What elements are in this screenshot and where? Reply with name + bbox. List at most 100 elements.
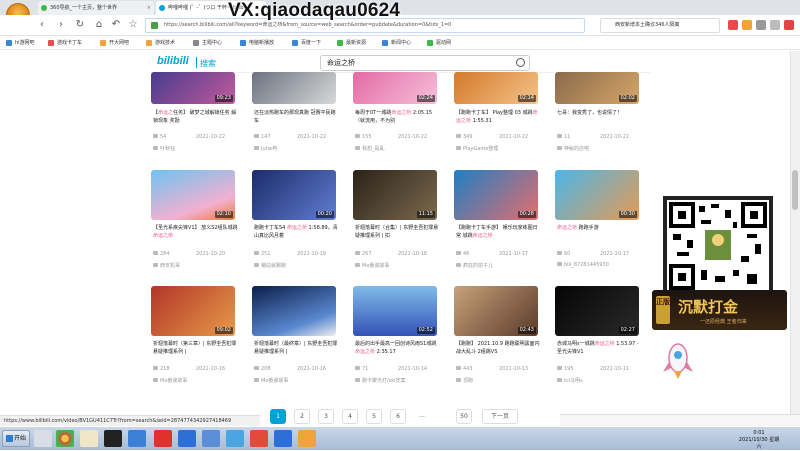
minimize-icon[interactable] — [770, 20, 780, 30]
uploader[interactable]: 疯狂的饺子儿 — [456, 262, 493, 269]
refresh-icon[interactable]: ↻ — [74, 19, 86, 31]
video-title[interactable]: 【跑跑卡丁车手游】 娱乐玩家练图日常 城跳命运之桥 — [456, 224, 542, 240]
video-thumbnail[interactable]: 02:14 — [454, 72, 538, 104]
video-title[interactable]: 命运之桥 跑跑手游 — [557, 224, 643, 240]
show-desktop-icon[interactable] — [34, 430, 52, 447]
uploader[interactable]: Jutie冉 — [254, 145, 277, 152]
video-title[interactable]: 【跑跑卡丁车】 Play整理 03 城跳命运之桥 1:55.31 — [456, 109, 542, 125]
netease-icon[interactable] — [154, 430, 172, 447]
uploader[interactable]: tcl马明s — [557, 377, 583, 384]
app-icon[interactable] — [226, 430, 244, 447]
app-icon[interactable] — [178, 430, 196, 447]
bilibili-logo[interactable]: bilibili — [157, 55, 189, 67]
clock[interactable]: 0:01 2021/10/30 星期六 — [738, 430, 780, 451]
video-thumbnail[interactable]: 09:23 — [151, 72, 235, 104]
bookmarks-bar: hi游网吧 游戏卡丁车 开大网吧 游戏技术 主题中心 电脑新播放 百度一下 最新… — [0, 36, 800, 50]
uploader[interactable]: 我想_是乱 — [355, 145, 385, 152]
video-title[interactable]: 七哥：我变秀了，也说情了！ — [557, 109, 643, 125]
qq-icon[interactable] — [80, 430, 98, 447]
close-icon[interactable]: × — [147, 1, 151, 15]
app-icon[interactable] — [250, 430, 268, 447]
uploader[interactable]: 跑卡聚光灯/ski定案 — [355, 377, 406, 384]
home-icon[interactable]: ⌂ — [93, 19, 105, 31]
search-input[interactable]: 命运之桥 — [320, 55, 530, 71]
uploader[interactable]: PlayGame整理 — [456, 145, 498, 152]
video-title[interactable]: 折翅落幕时（最终章）| 东野圭吾犯罪悬疑推理系列 | — [254, 340, 340, 356]
page-button[interactable]: 1 — [270, 409, 286, 424]
video-title[interactable]: 折翅落幕时（合集）| 东野圭吾犯罪悬疑推理系列 | 扣 — [355, 224, 441, 240]
tab-360[interactable]: 360导航_一个主页，整个世界 × — [38, 1, 154, 15]
user-icon — [153, 378, 158, 382]
menu-icon[interactable] — [756, 20, 766, 30]
page-button[interactable]: 5 — [366, 409, 382, 424]
video-thumbnail[interactable]: 09:02 — [151, 286, 235, 336]
forward-icon[interactable]: › — [55, 19, 67, 31]
download-icon[interactable] — [742, 20, 752, 30]
video-thumbnail[interactable]: 02:27 — [555, 286, 639, 336]
page-button[interactable]: 3 — [318, 409, 334, 424]
bookmark-item[interactable]: 电脑新播放 — [240, 38, 274, 48]
back-to-top-rocket-icon[interactable] — [660, 340, 696, 380]
browser-search-input[interactable]: 西安新增本土确诊346人隔离 — [600, 18, 720, 33]
app-icon[interactable] — [298, 430, 316, 447]
uploader[interactable]: 顶跑 — [456, 377, 473, 384]
uploader[interactable]: Mo番诶故事 — [153, 377, 187, 384]
close-window-icon[interactable] — [784, 20, 794, 30]
uploader[interactable]: bili_87281445930 — [557, 262, 609, 268]
bookmark-item[interactable]: 驱动网 — [427, 38, 451, 48]
video-thumbnail[interactable]: 00:30 — [555, 170, 639, 220]
history-icon[interactable]: ↶ — [110, 19, 122, 31]
bookmark-item[interactable]: hi游网吧 — [6, 38, 35, 48]
video-title[interactable]: 【跑跑】 2021.10.9 跑跑聪明黑面内战大乱斗 2组跳VS — [456, 340, 542, 356]
video-thumbnail[interactable]: 02:52 — [353, 286, 437, 336]
video-thumbnail[interactable] — [252, 286, 336, 336]
star-icon[interactable]: ☆ — [127, 19, 139, 31]
bookmark-item[interactable]: 百度一下 — [292, 38, 321, 48]
bookmark-item[interactable]: 开大网吧 — [100, 38, 129, 48]
bookmark-item[interactable]: 最新资源 — [337, 38, 366, 48]
page-button[interactable]: 50 — [456, 409, 472, 424]
uploader[interactable]: 西安机哥 — [153, 262, 180, 269]
video-title[interactable]: 【命运之任务】 破梦之城解锁任务 解锁现象 奖励 — [153, 109, 239, 125]
video-thumbnail[interactable]: 00:20 — [252, 170, 336, 220]
uploader[interactable]: Mo番诶故事 — [355, 262, 389, 269]
video-title[interactable]: 跑跑卡丁车S4 命运之桥 1:58.89。青山真比风月着 — [254, 224, 340, 240]
bookmark-item[interactable]: 游戏技术 — [146, 38, 175, 48]
video-title[interactable]: 【圣光系疾尖锋V1】 放义S2组队城跳命运之桥 — [153, 224, 239, 240]
video-title[interactable]: 还在淡热跑车的那现真跑 冠赛平民跑车 — [254, 109, 340, 125]
user-icon — [557, 146, 562, 150]
bookmark-item[interactable]: 主题中心 — [193, 38, 222, 48]
scrollbar[interactable] — [790, 51, 800, 414]
uploader[interactable]: 叶秋钰 — [153, 145, 175, 152]
back-icon[interactable]: ‹ — [36, 19, 48, 31]
video-thumbnail[interactable] — [252, 72, 336, 104]
bookmark-item[interactable]: 游戏卡丁车 — [48, 38, 82, 48]
video-thumbnail[interactable]: 00:28 — [454, 170, 538, 220]
video-thumbnail[interactable]: 02:24 — [353, 72, 437, 104]
app-icon[interactable] — [274, 430, 292, 447]
media-player-icon[interactable] — [104, 430, 122, 447]
uploader[interactable]: Mo番诶故事 — [254, 377, 288, 384]
scrollbar-thumb[interactable] — [792, 170, 798, 210]
uploader[interactable]: 神秘的店吧 — [557, 145, 589, 152]
app-icon[interactable] — [202, 430, 220, 447]
page-button[interactable]: 2 — [294, 409, 310, 424]
next-page-button[interactable]: 下一页 — [482, 409, 518, 424]
extension-icon[interactable] — [728, 20, 738, 30]
video-thumbnail[interactable]: 02:43 — [454, 286, 538, 336]
chrome-icon[interactable] — [56, 430, 74, 447]
video-title[interactable]: 赤城马明s一城跳命运之桥 1.53.97 -圣光尖锋V1 — [557, 340, 643, 356]
bookmark-item[interactable]: 新闻中心 — [382, 38, 411, 48]
uploader[interactable]: 猪站就跑跑 — [254, 262, 286, 269]
video-title[interactable]: 折翅落幕时（第三章）| 东野圭吾犯罪悬疑推理系列 | — [153, 340, 239, 356]
start-button[interactable]: 开始 — [2, 430, 30, 447]
search-icon[interactable] — [516, 58, 525, 67]
video-title[interactable]: 最后的出手最高一回创诗风雨S1城跳命运之桥 2:35.17 — [355, 340, 441, 356]
page-button[interactable]: 6 — [390, 409, 406, 424]
video-title[interactable]: 每周于0T一城跳命运之桥 2:05.15（就流用，不为别 — [355, 109, 441, 125]
page-button[interactable]: 4 — [342, 409, 358, 424]
video-thumbnail[interactable]: 02:02 — [555, 72, 639, 104]
video-thumbnail[interactable]: 11:15 — [353, 170, 437, 220]
video-thumbnail[interactable]: 02:10 — [151, 170, 235, 220]
browser-taskbar-icon[interactable] — [128, 430, 146, 447]
